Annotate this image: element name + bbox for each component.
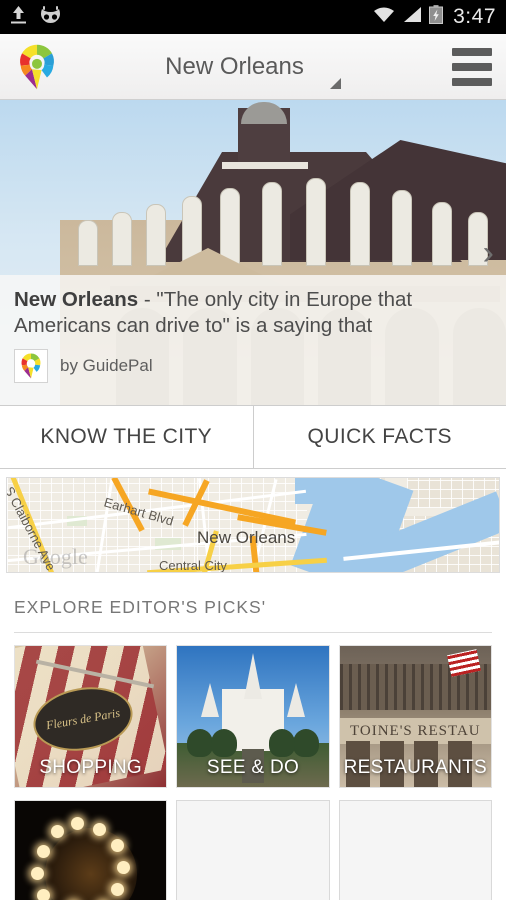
nightlife-tile-image <box>15 801 167 900</box>
cyanogenmod-icon <box>39 5 62 29</box>
status-bar-left-icons <box>10 5 62 30</box>
battery-charging-icon <box>429 5 444 29</box>
action-bar: New Orleans <box>0 34 506 100</box>
google-watermark: Google <box>23 544 88 569</box>
explore-grid-row-2 <box>14 800 492 900</box>
map-preview[interactable]: S Claiborne Ave Earhart Blvd New Orleans… <box>6 477 500 573</box>
tile-label-shopping: SHOPPING <box>39 757 143 778</box>
hero-card[interactable]: New Orleans - "The only city in Europe t… <box>0 100 506 405</box>
tab-know-the-city[interactable]: KNOW THE CITY <box>0 406 254 468</box>
section-divider <box>14 632 492 633</box>
hero-city-name: New Orleans <box>14 288 139 311</box>
explore-grid-row-1: Fleurs de Paris SHOPPING SEE & DO TOINE'… <box>14 645 492 788</box>
tile-see-and-do[interactable]: SEE & DO <box>176 645 330 788</box>
map-label-central-city: Central City <box>159 558 227 573</box>
hero-separator: - <box>138 288 157 311</box>
chevron-right-icon[interactable]: › <box>483 236 494 270</box>
tab-quick-facts[interactable]: QUICK FACTS <box>253 406 506 468</box>
explore-section-title: EXPLORE EDITOR'S PICKS' <box>14 597 267 617</box>
hamburger-bar <box>452 62 492 71</box>
page-title: New Orleans <box>165 52 304 80</box>
status-bar: 3:47 <box>0 0 506 34</box>
spinner-caret-icon[interactable] <box>329 78 341 89</box>
status-bar-right-icons: 3:47 <box>373 5 496 29</box>
upload-icon <box>10 5 27 30</box>
signal-icon <box>402 6 422 28</box>
tile-label-see-and-do: SEE & DO <box>206 757 300 778</box>
tile-placeholder-3[interactable] <box>338 800 492 900</box>
hamburger-bar <box>452 47 492 56</box>
hamburger-bar <box>452 77 492 86</box>
guidepal-avatar-icon <box>14 349 48 383</box>
hamburger-menu-icon[interactable] <box>452 47 492 86</box>
status-bar-clock: 3:47 <box>453 5 496 28</box>
tile-restaurants[interactable]: TOINE'S RESTAU RESTAURANTS <box>338 645 492 788</box>
tile-nightlife[interactable] <box>14 800 168 900</box>
section-tabs: KNOW THE CITY QUICK FACTS <box>0 405 506 469</box>
explore-section: EXPLORE EDITOR'S PICKS' Fleurs de Paris … <box>0 579 506 900</box>
hero-byline: by GuidePal <box>14 349 462 383</box>
hero-byline-text: by GuidePal <box>60 356 153 375</box>
guidepal-logo-icon[interactable] <box>14 42 60 92</box>
map-label-city: New Orleans <box>197 528 296 547</box>
wifi-icon <box>373 6 395 28</box>
app-screen: 3:47 New Orleans New Orleans - "The only… <box>0 0 506 900</box>
tile-label-restaurants: RESTAURANTS <box>343 757 487 778</box>
tile-shopping[interactable]: Fleurs de Paris SHOPPING <box>14 645 168 788</box>
tile-placeholder-2[interactable] <box>176 800 330 900</box>
hero-dormer-windows <box>70 162 490 266</box>
map-section: S Claiborne Ave Earhart Blvd New Orleans… <box>0 469 506 579</box>
hero-headline: New Orleans - "The only city in Europe t… <box>14 287 462 339</box>
restaurant-sign-text: TOINE'S RESTAU <box>349 722 481 739</box>
action-bar-title-group: New Orleans <box>0 34 506 99</box>
hero-text-overlay: New Orleans - "The only city in Europe t… <box>0 275 506 405</box>
